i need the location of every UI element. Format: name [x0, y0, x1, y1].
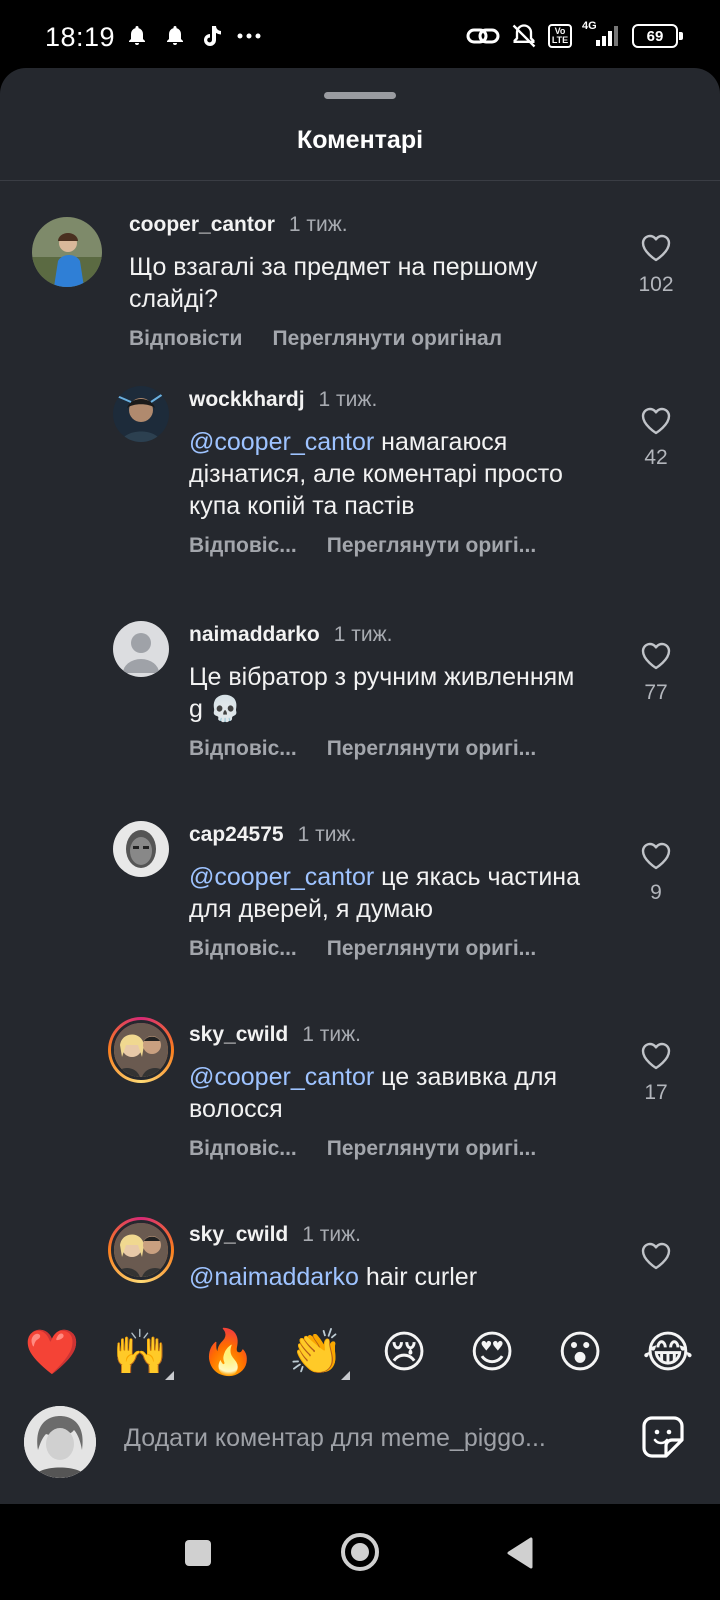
heart-icon [641, 1242, 671, 1270]
link-icon [466, 24, 500, 48]
heart-icon [641, 842, 671, 870]
sticker-icon[interactable] [640, 1414, 686, 1465]
mention-link[interactable]: @cooper_cantor [189, 428, 374, 456]
emoji-raised-hands-button[interactable]: 🙌 [104, 1326, 176, 1380]
emoji-laughing-button[interactable]: 😂 [632, 1327, 704, 1378]
like-button[interactable]: 42 [626, 406, 686, 470]
signal-icon: 4G [582, 20, 622, 48]
avatar[interactable] [32, 217, 102, 287]
view-original-button[interactable]: Переглянути оригі... [327, 937, 536, 961]
comment-time: 1 тиж. [297, 823, 357, 846]
mention-link[interactable]: @cooper_cantor [189, 1063, 374, 1091]
emoji-cry-button[interactable]: 😢 [368, 1327, 440, 1378]
emoji-heart-button[interactable]: ❤️ [16, 1326, 88, 1378]
mention-link[interactable]: @naimaddarko [189, 1263, 359, 1291]
avatar[interactable] [113, 821, 169, 877]
status-bar: 18:19 Vo LTE 4G 69 [0, 0, 720, 70]
comment-text: Що взагалі за предмет на першому слайді? [129, 253, 538, 313]
comment-username[interactable]: sky_cwild [189, 1023, 288, 1047]
comment-item: cap24575 1 тиж. @cooper_cantor це якась … [0, 821, 720, 991]
comments-sheet: Коментарі cooper_cantor 1 тиж. Що взагал… [0, 68, 720, 1504]
reply-button[interactable]: Відповіс... [189, 1137, 297, 1161]
bell-icon [125, 24, 149, 48]
comment-item: cooper_cantor 1 тиж. Що взагалі за предм… [0, 181, 720, 371]
comment-text: Це вібратор з ручним живленням g 💀 [189, 663, 575, 723]
bell-off-icon [510, 22, 538, 50]
like-button[interactable]: 17 [626, 1041, 686, 1105]
comment-input-bar: Додати коментар для meme_piggo... [0, 1392, 720, 1504]
comment-item: wockkhardj 1 тиж. @cooper_cantor намагаю… [0, 386, 720, 586]
emoji-fire-button[interactable]: 🔥 [192, 1326, 264, 1378]
back-button[interactable] [505, 1536, 535, 1575]
like-count: 77 [644, 681, 668, 704]
comment-text: @cooper_cantor намагаюся дізнатися, але … [189, 428, 563, 520]
bell-icon [163, 24, 187, 48]
view-original-button[interactable]: Переглянути оригі... [327, 534, 536, 558]
avatar[interactable] [113, 621, 169, 677]
more-dots-icon [237, 32, 261, 40]
comment-item: naimaddarko 1 тиж. Це вібратор з ручним … [0, 621, 720, 791]
comment-input[interactable]: Додати коментар для meme_piggo... [124, 1424, 614, 1453]
comment-username[interactable]: cooper_cantor [129, 213, 275, 237]
emoji-surprised-button[interactable]: 😮 [544, 1327, 616, 1378]
like-count: 102 [638, 273, 674, 296]
comment-username[interactable]: sky_cwild [189, 1223, 288, 1247]
comment-text: @naimaddarko hair curler [189, 1263, 478, 1291]
home-button[interactable] [340, 1532, 380, 1577]
view-original-button[interactable]: Переглянути оригінал [272, 327, 502, 351]
comment-username[interactable]: wockkhardj [189, 388, 305, 412]
notification-icons [125, 24, 261, 48]
system-icons: Vo LTE 4G 69 [466, 20, 683, 50]
emoji-clap-button[interactable]: 👏 [280, 1326, 352, 1380]
comment-item: sky_cwild 1 тиж. @cooper_cantor це завив… [0, 1017, 720, 1191]
reply-button[interactable]: Відповіс... [189, 937, 297, 961]
tiktok-icon [201, 24, 223, 48]
recents-button[interactable] [183, 1538, 213, 1573]
avatar[interactable] [108, 1217, 174, 1283]
volte-icon: Vo LTE [548, 24, 572, 48]
avatar[interactable] [108, 1017, 174, 1083]
skin-tone-indicator [165, 1371, 174, 1380]
comment-text: @cooper_cantor це якась частина для двер… [189, 863, 581, 923]
comment-username[interactable]: cap24575 [189, 823, 284, 847]
comments-list[interactable]: cooper_cantor 1 тиж. Що взагалі за предм… [0, 181, 720, 1380]
emoji-heart-eyes-button[interactable]: 😍 [456, 1327, 528, 1378]
like-count: 17 [644, 1081, 668, 1104]
skin-tone-indicator [341, 1371, 350, 1380]
system-nav-bar [0, 1504, 720, 1600]
like-button[interactable]: 77 [626, 641, 686, 705]
comment-time: 1 тиж. [302, 1223, 361, 1246]
my-avatar [24, 1406, 96, 1478]
emoji-quick-bar: ❤️ 🙌 🔥 👏 😢 😍 😮 😂 [0, 1312, 720, 1392]
heart-icon [641, 234, 671, 262]
like-button[interactable]: 9 [626, 841, 686, 905]
view-original-button[interactable]: Переглянути оригі... [327, 1137, 536, 1161]
story-avatar-inner [111, 1220, 171, 1280]
like-count: 42 [644, 446, 668, 469]
sheet-title: Коментарі [296, 126, 424, 154]
avatar[interactable] [113, 386, 169, 442]
heart-icon [641, 407, 671, 435]
comment-time: 1 тиж. [288, 213, 348, 236]
comment-time: 1 тиж. [302, 1023, 361, 1046]
like-count: 9 [650, 881, 662, 904]
comment-text: @cooper_cantor це завивка для волосся [189, 1063, 557, 1123]
heart-icon [641, 642, 671, 670]
view-original-button[interactable]: Переглянути оригі... [327, 737, 536, 761]
battery-icon: 69 [632, 24, 683, 48]
reply-button[interactable]: Відповісти [129, 327, 242, 351]
heart-icon [641, 1042, 671, 1070]
comment-username[interactable]: naimaddarko [189, 623, 320, 647]
status-time: 18:19 [45, 22, 116, 52]
like-button[interactable] [626, 1241, 686, 1271]
comment-time: 1 тиж. [333, 623, 393, 646]
reply-button[interactable]: Відповіс... [189, 737, 297, 761]
reply-button[interactable]: Відповіс... [189, 534, 297, 558]
mention-link[interactable]: @cooper_cantor [189, 863, 374, 891]
drag-handle[interactable] [324, 92, 396, 99]
story-avatar-inner [111, 1020, 171, 1080]
comment-time: 1 тиж. [318, 388, 378, 411]
like-button[interactable]: 102 [626, 233, 686, 297]
